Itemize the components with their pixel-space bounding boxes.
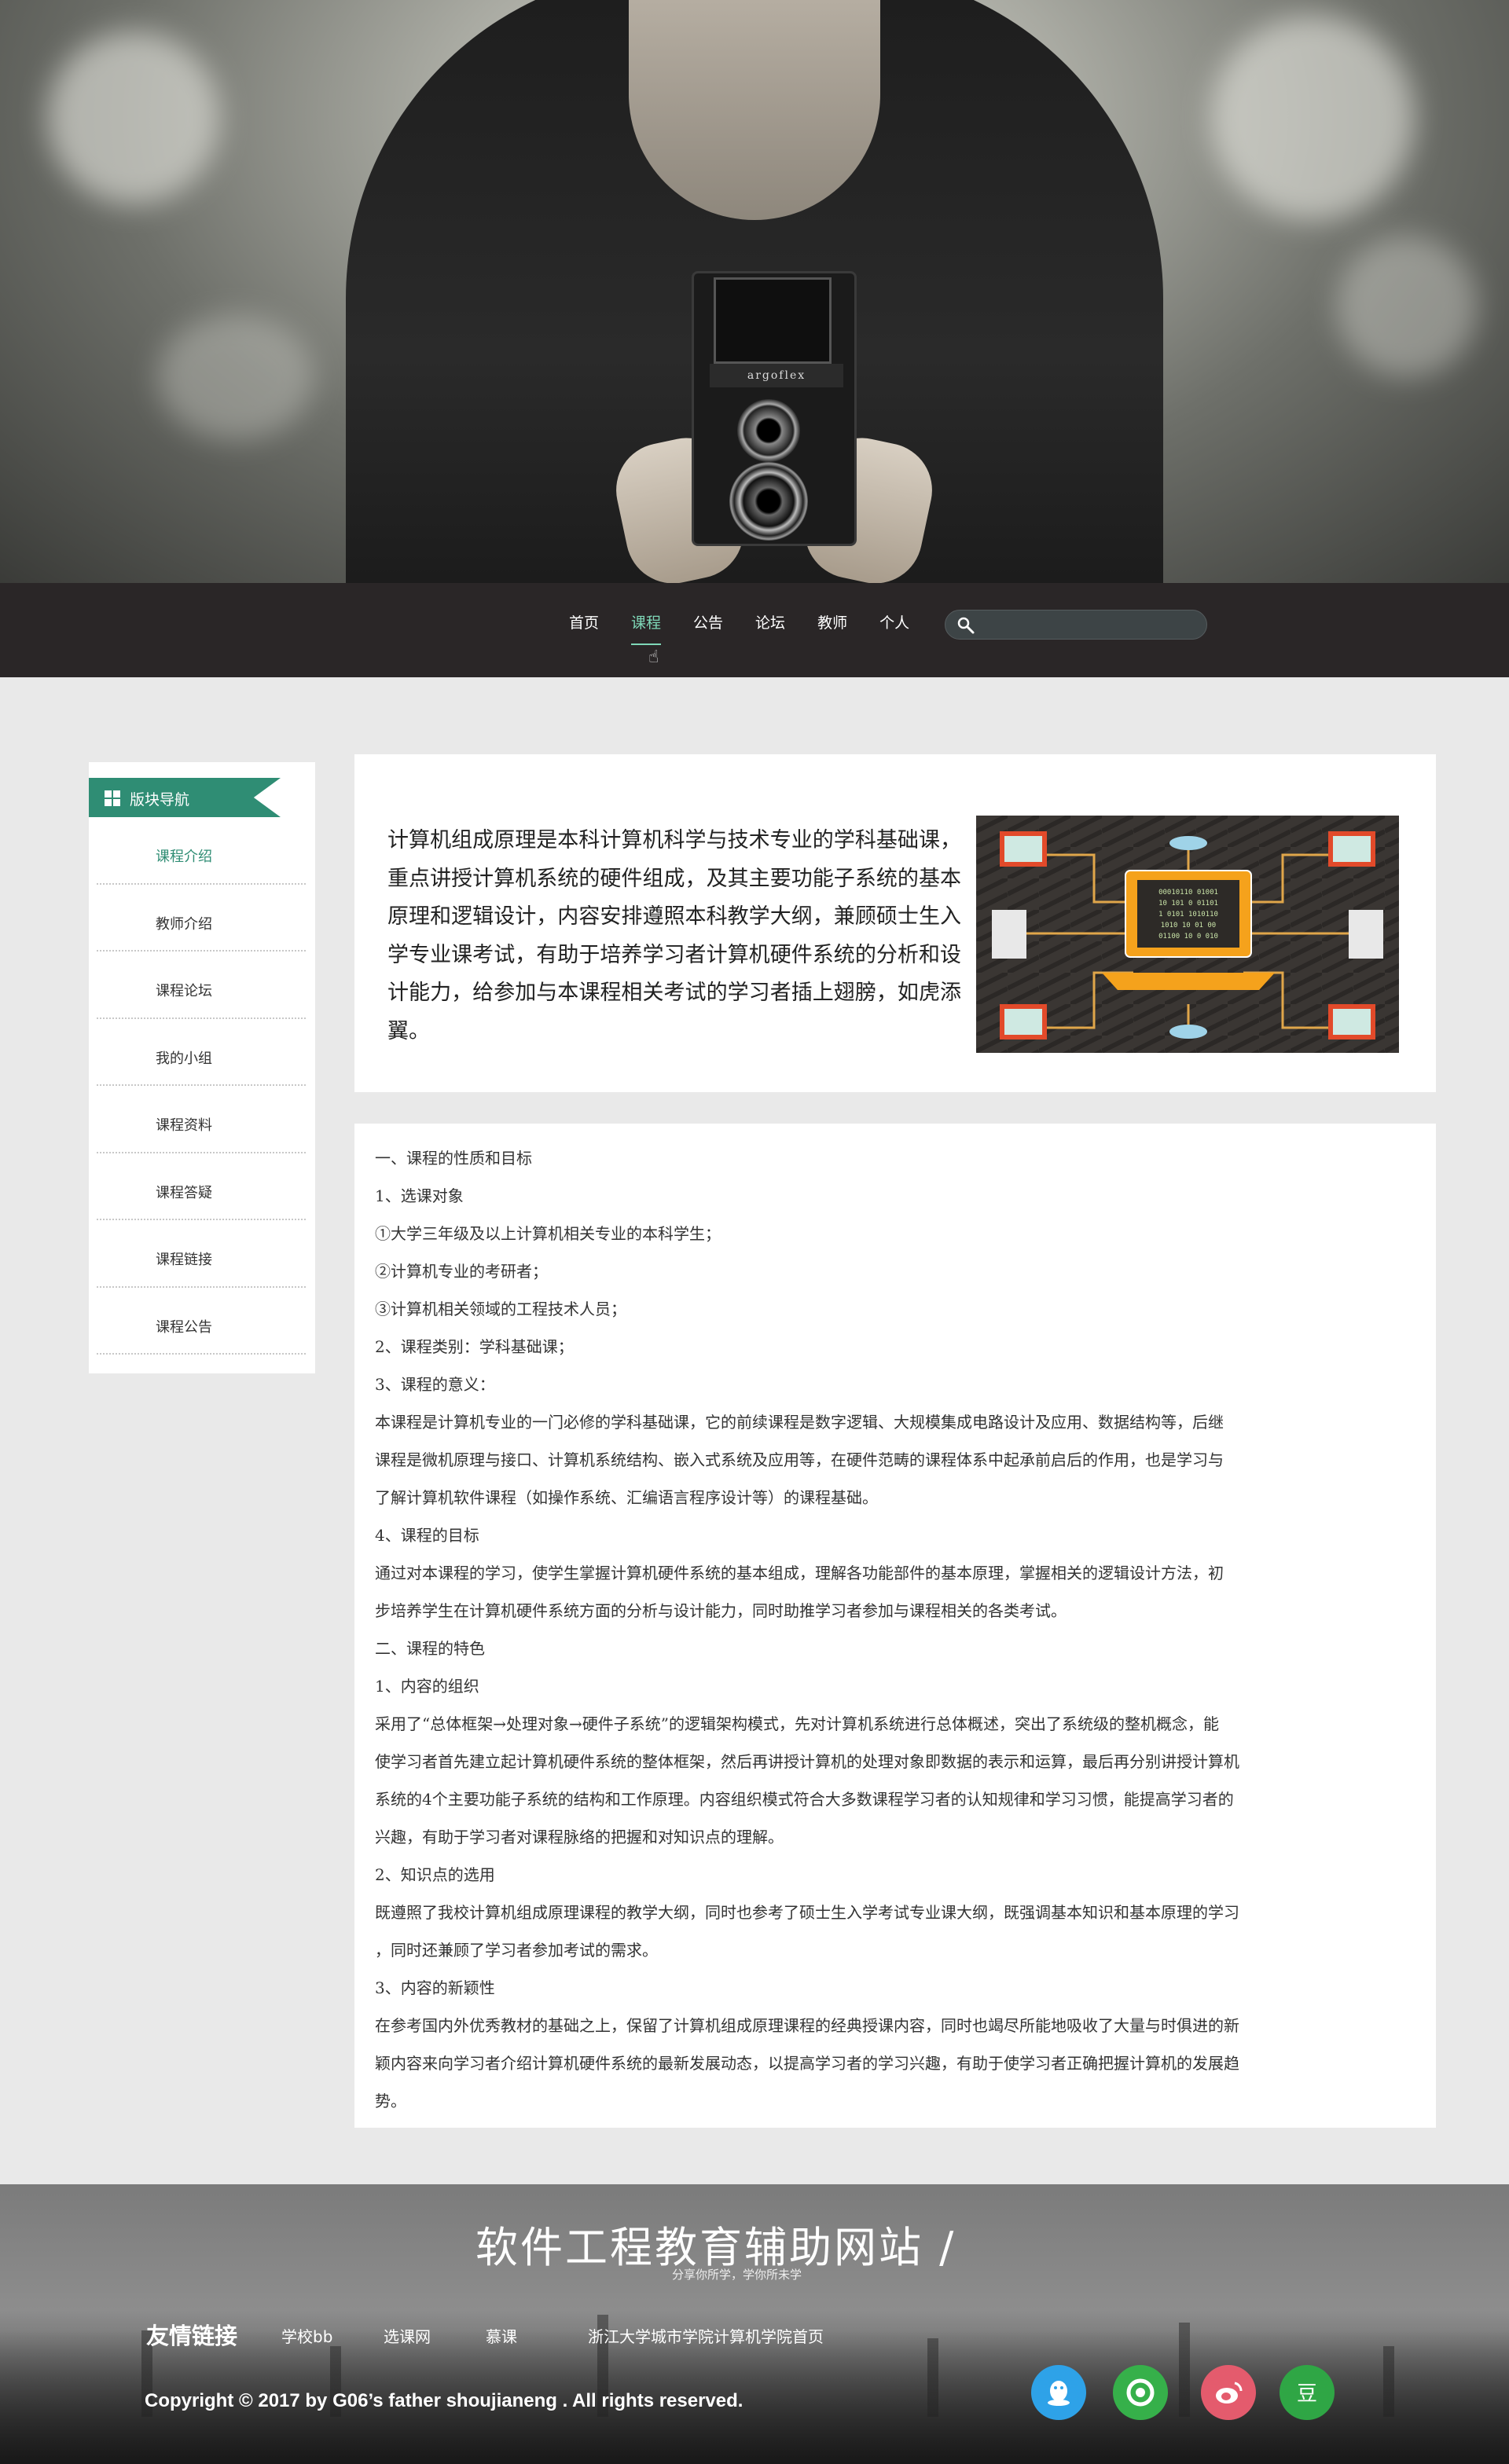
- sidebar-title: 版块导航: [130, 791, 190, 808]
- footer: 软件工程教育辅助网站 / 分享你所学，学你所未学 友情链接 学校bb 选课网 慕…: [0, 2184, 1509, 2464]
- detail-line: ①大学三年级及以上计算机相关专业的本科学生；: [375, 1224, 721, 1243]
- sidebar-item-label: 课程答疑: [156, 1184, 212, 1201]
- weibo-icon[interactable]: [1201, 2365, 1256, 2420]
- svg-text:1 0101 1010110: 1 0101 1010110: [1158, 911, 1218, 918]
- detail-line: 采用了“总体框架→处理对象→硬件子系统”的逻辑架构模式，先对计算机系统进行总体概…: [375, 1714, 1219, 1733]
- detail-line: 使学习者首先建立起计算机硬件系统的整体框架，然后再讲授计算机的处理对象即数据的表…: [375, 1752, 1239, 1771]
- top-navbar: 首页 课程 公告 论坛 教师 个人 ☝: [0, 583, 1509, 677]
- detail-line: 势。: [375, 2092, 406, 2110]
- svg-text:1010 10 01 00: 1010 10 01 00: [1161, 922, 1216, 930]
- network-illustration-image: 00010110 01001 10 101 0 01101 1 0101 101…: [976, 816, 1399, 1053]
- wechat-moments-icon[interactable]: [1113, 2365, 1168, 2420]
- detail-line: 1、内容的组织: [375, 1677, 479, 1696]
- nav-item-forum[interactable]: 论坛: [755, 611, 785, 645]
- sidebar-item-teacher-intro[interactable]: 教师介绍: [97, 885, 306, 952]
- qq-icon[interactable]: [1031, 2365, 1086, 2420]
- detail-line: 本课程是计算机专业的一门必修的学科基础课，它的前续课程是数字逻辑、大规模集成电路…: [375, 1413, 1224, 1432]
- search-box[interactable]: [945, 610, 1207, 640]
- sidebar-item-my-group[interactable]: 我的小组: [97, 1019, 306, 1086]
- detail-line: 2、知识点的选用: [375, 1865, 495, 1884]
- detail-line: ，同时还兼顾了学习者参加考试的需求。: [375, 1941, 658, 1960]
- detail-line: ②计算机专业的考研者；: [375, 1262, 548, 1281]
- camera-lens-upper: [737, 399, 800, 462]
- sidebar-item-course-links[interactable]: 课程链接: [97, 1220, 306, 1288]
- douban-icon[interactable]: 豆: [1280, 2365, 1335, 2420]
- friend-link-course-selection[interactable]: 选课网: [384, 2324, 431, 2347]
- sidebar-item-label: 课程链接: [156, 1252, 212, 1268]
- camera-brand: argoflex: [710, 364, 843, 387]
- detail-line: ③计算机相关领域的工程技术人员；: [375, 1300, 626, 1318]
- site-slogan: 分享你所学，学你所未学: [672, 2268, 802, 2282]
- camera-viewfinder: [714, 277, 832, 364]
- course-intro-card: 计算机组成原理是本科计算机科学与技术专业的学科基础课，重点讲授计算机系统的硬件组…: [354, 754, 1436, 1092]
- nav-item-course[interactable]: 课程: [631, 611, 662, 645]
- detail-line: 颖内容来向学习者介绍计算机硬件系统的最新发展动态，以提高学习者的学习兴趣，有助于…: [375, 2054, 1239, 2073]
- detail-line: 二、课程的特色: [375, 1639, 485, 1658]
- detail-line: 步培养学生在计算机硬件系统方面的分析与设计能力，同时助推学习者参加与课程相关的各…: [375, 1601, 1067, 1620]
- detail-line: 兴趣，有助于学习者对课程脉络的把握和对知识点的理解。: [375, 1828, 784, 1846]
- course-intro-text: 计算机组成原理是本科计算机科学与技术专业的学科基础课，重点讲授计算机系统的硬件组…: [387, 828, 961, 1043]
- copyright-text: Copyright © 2017 by G06’s father shoujia…: [145, 2390, 743, 2411]
- grid-icon: [105, 790, 120, 806]
- sidebar-item-label: 课程介绍: [156, 849, 212, 865]
- camera-lens-lower: [729, 462, 808, 541]
- svg-text:01100 10 0 010: 01100 10 0 010: [1158, 933, 1218, 940]
- course-detail-card: 一、课程的性质和目标 1、选课对象 ①大学三年级及以上计算机相关专业的本科学生； ②计…: [354, 1124, 1436, 2128]
- detail-line: 通过对本课程的学习，使学生掌握计算机硬件系统的基本组成，理解各功能部件的基本原理…: [375, 1564, 1224, 1582]
- course-detail-text: 一、课程的性质和目标 1、选课对象 ①大学三年级及以上计算机相关专业的本科学生； ②计…: [375, 1139, 1416, 2120]
- hero-camera: argoflex: [692, 271, 857, 546]
- nav-item-home[interactable]: 首页: [569, 611, 599, 645]
- detail-line: 3、内容的新颖性: [375, 1978, 495, 1997]
- sidebar-item-label: 课程论坛: [156, 983, 212, 999]
- sidebar: 版块导航 课程介绍 教师介绍 课程论坛 我的小组 课程资料 课程答疑 课程链接 …: [89, 762, 315, 1373]
- sidebar-item-course-announcement[interactable]: 课程公告: [97, 1288, 306, 1355]
- svg-text:10 101 0 01101: 10 101 0 01101: [1158, 900, 1218, 908]
- sidebar-item-course-forum[interactable]: 课程论坛: [97, 952, 306, 1019]
- detail-line: 3、课程的意义：: [375, 1375, 495, 1394]
- sidebar-item-label: 课程资料: [156, 1117, 212, 1134]
- detail-line: 在参考国内外优秀教材的基础之上，保留了计算机组成原理课程的经典授课内容，同时也竭…: [375, 2016, 1239, 2035]
- svg-text:00010110 01001: 00010110 01001: [1158, 889, 1218, 896]
- sidebar-list: 课程介绍 教师介绍 课程论坛 我的小组 课程资料 课程答疑 课程链接 课程公告: [97, 817, 306, 1355]
- nav-item-teacher[interactable]: 教师: [817, 611, 847, 645]
- friend-link-zucc-cs[interactable]: 浙江大学城市学院计算机学院首页: [588, 2324, 824, 2347]
- sidebar-header: 版块导航: [89, 778, 281, 817]
- sidebar-item-label: 课程公告: [156, 1318, 212, 1336]
- detail-line: 课程是微机原理与接口、计算机系统结构、嵌入式系统及应用等，在硬件范畴的课程体系中…: [375, 1450, 1224, 1469]
- detail-line: 1、选课对象: [375, 1186, 464, 1205]
- sidebar-item-label: 教师介绍: [156, 915, 212, 933]
- nav-menu: 首页 课程 公告 论坛 教师 个人: [569, 611, 942, 645]
- detail-line: 一、课程的性质和目标: [375, 1149, 532, 1168]
- mouse-cursor-icon: ☝: [648, 647, 659, 667]
- nav-item-personal[interactable]: 个人: [879, 611, 909, 645]
- detail-line: 了解计算机软件课程（如操作系统、汇编语言程序设计等）的课程基础。: [375, 1488, 878, 1507]
- search-icon[interactable]: [956, 616, 975, 635]
- search-input[interactable]: [983, 614, 1195, 636]
- hero-banner: argoflex: [0, 0, 1509, 583]
- friend-link-school-bb[interactable]: 学校bb: [281, 2324, 332, 2347]
- svg-text:豆: 豆: [1297, 2382, 1317, 2406]
- sidebar-item-course-intro[interactable]: 课程介绍: [97, 817, 306, 885]
- sidebar-item-label: 我的小组: [156, 1050, 212, 1067]
- friend-link-mooc[interactable]: 慕课: [486, 2324, 517, 2347]
- friend-links-label: 友情链接: [146, 2323, 238, 2349]
- detail-line: 系统的4个主要功能子系统的结构和工作原理。内容组织模式符合大多数课程学习者的认知…: [375, 1790, 1234, 1809]
- detail-line: 2、课程类别：学科基础课；: [375, 1337, 574, 1356]
- detail-line: 既遵照了我校计算机组成原理课程的教学大纲，同时也参考了硕士生入学考试专业课大纲，…: [375, 1903, 1239, 1922]
- detail-line: 4、课程的目标: [375, 1526, 479, 1545]
- sidebar-item-course-materials[interactable]: 课程资料: [97, 1086, 306, 1153]
- nav-item-announcement[interactable]: 公告: [693, 611, 723, 645]
- sidebar-item-course-qa[interactable]: 课程答疑: [97, 1153, 306, 1220]
